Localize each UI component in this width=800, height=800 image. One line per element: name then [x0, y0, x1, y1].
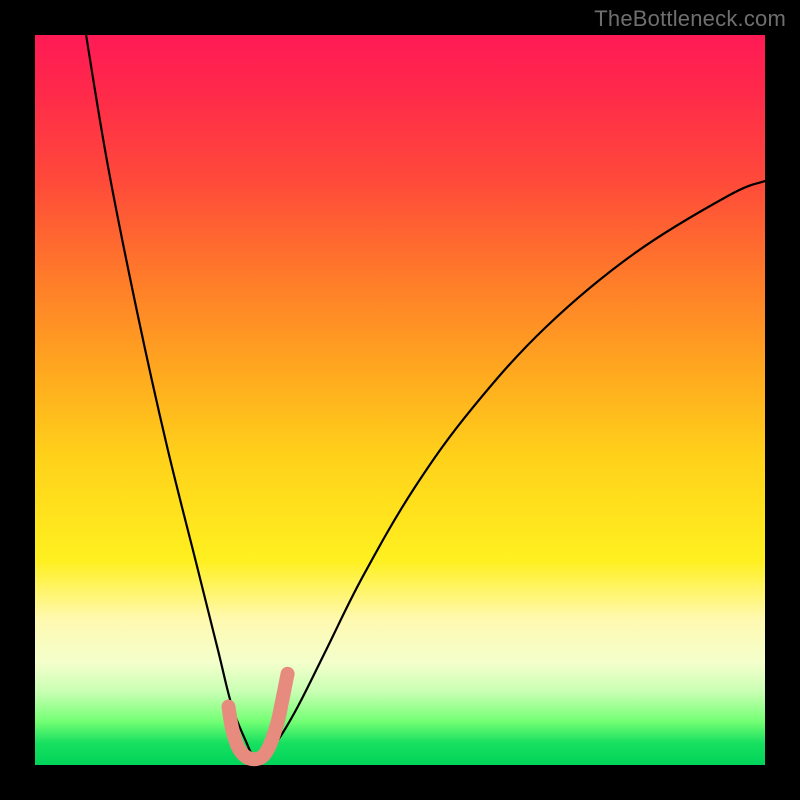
bottleneck-curve: [86, 35, 765, 760]
watermark-text: TheBottleneck.com: [594, 6, 786, 32]
curve-layer: [35, 35, 765, 765]
trough-highlight: [229, 674, 288, 759]
plot-area: [35, 35, 765, 765]
chart-frame: TheBottleneck.com: [0, 0, 800, 800]
